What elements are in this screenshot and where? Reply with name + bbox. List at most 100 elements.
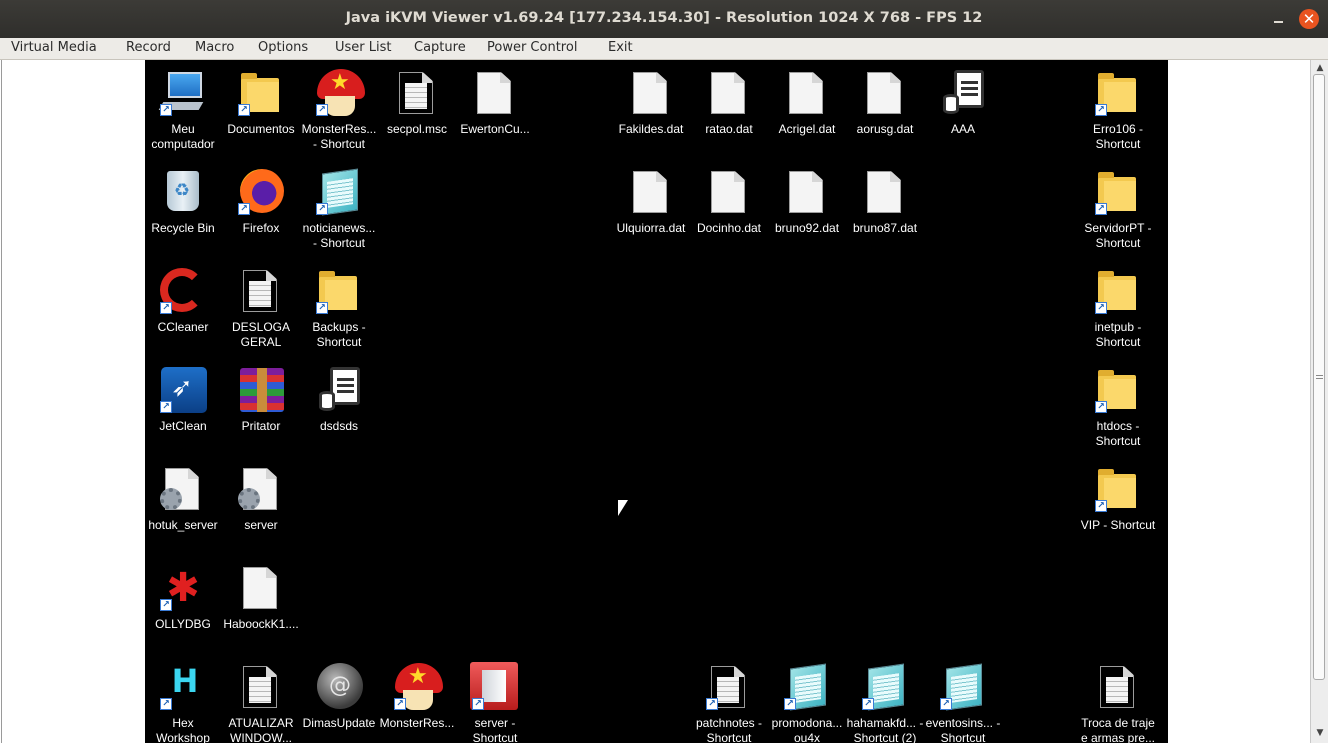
desktop-icon-ewertoncu[interactable]: EwertonCu... xyxy=(456,68,534,137)
desktop-icon-dsdsds[interactable]: dsdsds xyxy=(300,365,378,434)
scroll-down-arrow-icon[interactable]: ▼ xyxy=(1314,727,1326,739)
desktop-icon-server[interactable]: server xyxy=(222,464,300,533)
desktop-icon-jetclean[interactable]: ↗ JetClean xyxy=(145,365,222,434)
desktop-icon-haboock[interactable]: HaboockK1.... xyxy=(222,563,300,632)
minimize-icon[interactable] xyxy=(1268,8,1290,30)
text-file-icon xyxy=(392,68,442,118)
desktop-icon-acrigel[interactable]: Acrigel.dat xyxy=(768,68,846,137)
desktop-icon-ratao[interactable]: ratao.dat xyxy=(690,68,768,137)
text-file-icon xyxy=(236,266,286,316)
desktop-icon-aaa[interactable]: AAA xyxy=(924,68,1002,137)
desktop-icon-bruno87[interactable]: bruno87.dat xyxy=(846,167,924,236)
menu-virtual-media[interactable]: Virtual Media xyxy=(11,40,97,55)
desktop-icon-ollydbg[interactable]: ✱ ↗ OLLYDBG xyxy=(145,563,222,632)
desktop-icon-hahamakfd[interactable]: ↗ hahamakfd... - Shortcut (2) xyxy=(846,662,924,743)
desktop-icon-inetpub[interactable]: ↗ inetpub - Shortcut xyxy=(1079,266,1157,350)
desktop-icon-meu-computador[interactable]: ↗ Meu computador xyxy=(145,68,222,152)
desktop-icon-pritator[interactable]: Pritator xyxy=(222,365,300,434)
desktop-icon-docinho[interactable]: Docinho.dat xyxy=(690,167,768,236)
menu-capture[interactable]: Capture xyxy=(414,40,466,55)
desktop-icon-promodona[interactable]: ↗ promodona... ou4x xyxy=(768,662,846,743)
desktop-icon-eventosins[interactable]: ↗ eventosins... - Shortcut xyxy=(924,662,1002,743)
icon-label: dsdsds xyxy=(319,419,359,433)
menu-options[interactable]: Options xyxy=(258,40,308,55)
firefox-icon: ↗ xyxy=(236,167,286,217)
menu-user-list[interactable]: User List xyxy=(335,40,392,55)
desktop-icon-hotuk-server[interactable]: hotuk_server xyxy=(145,464,222,533)
window-title: Java iKVM Viewer v1.69.24 [177.234.154.3… xyxy=(345,10,983,26)
desktop-icon-backups[interactable]: ↗ Backups - Shortcut xyxy=(300,266,378,350)
server-icon: ↗ xyxy=(470,662,520,712)
desktop-icon-servidorpt[interactable]: ↗ ServidorPT - Shortcut xyxy=(1079,167,1157,251)
shortcut-arrow-icon: ↗ xyxy=(862,698,874,710)
desktop-icon-noticianews[interactable]: ↗ noticianews... - Shortcut xyxy=(300,167,378,251)
recycle-bin-icon xyxy=(158,167,208,217)
desktop-icon-aorusg[interactable]: aorusg.dat xyxy=(846,68,924,137)
icon-label: HaboockK1.... xyxy=(223,617,299,631)
text-file-icon xyxy=(1093,662,1143,712)
menu-bar: Virtual Media Record Macro Options User … xyxy=(0,38,1328,60)
desktop-icon-monsterres[interactable]: ↗ MonsterRes... xyxy=(378,662,456,731)
file-icon xyxy=(860,167,910,217)
menu-power-control[interactable]: Power Control xyxy=(487,40,577,55)
shortcut-arrow-icon: ↗ xyxy=(1095,302,1107,314)
file-icon xyxy=(626,68,676,118)
desktop-icon-hex-workshop[interactable]: H ↗ Hex Workshop xyxy=(145,662,222,743)
icon-label: Docinho.dat xyxy=(696,221,762,235)
desktop-icon-secpol[interactable]: secpol.msc xyxy=(378,68,456,137)
desktop-icon-atualizar[interactable]: ATUALIZAR WINDOW... xyxy=(222,662,300,743)
desktop-icon-ulquiorra[interactable]: Ulquiorra.dat xyxy=(612,167,690,236)
window-titlebar[interactable]: Java iKVM Viewer v1.69.24 [177.234.154.3… xyxy=(0,0,1328,38)
desktop-icon-patchnotes[interactable]: ↗ patchnotes - Shortcut xyxy=(690,662,768,743)
folder-icon: ↗ xyxy=(236,68,286,118)
icon-label: patchnotes - Shortcut xyxy=(695,716,763,743)
icon-label: hotuk_server xyxy=(148,518,218,532)
winrar-icon xyxy=(236,365,286,415)
desktop-icon-firefox[interactable]: ↗ Firefox xyxy=(222,167,300,236)
folder-icon: ↗ xyxy=(1093,266,1143,316)
shortcut-arrow-icon: ↗ xyxy=(316,302,328,314)
text-file-icon: ↗ xyxy=(704,662,754,712)
desktop-icon-documentos[interactable]: ↗ Documentos xyxy=(222,68,300,137)
menu-exit[interactable]: Exit xyxy=(608,40,633,55)
database-document-icon xyxy=(938,68,988,118)
shortcut-arrow-icon: ↗ xyxy=(160,599,172,611)
remote-desktop[interactable]: ↗ Meu computador Recycle Bin ↗ CCleaner … xyxy=(145,60,1168,743)
desktop-icon-bruno92[interactable]: bruno92.dat xyxy=(768,167,846,236)
desktop-icon-desloga[interactable]: DESLOGA GERAL xyxy=(222,266,300,350)
desktop-icon-ccleaner[interactable]: ↗ CCleaner xyxy=(145,266,222,335)
shortcut-arrow-icon: ↗ xyxy=(160,104,172,116)
icon-label: Backups - Shortcut xyxy=(312,320,366,349)
hex-workshop-icon: H ↗ xyxy=(158,662,208,712)
desktop-icon-dimasupdate[interactable]: @ DimasUpdate xyxy=(300,662,378,731)
icon-label: OLLYDBG xyxy=(155,617,211,631)
icon-label: Troca de traje e armas pre... xyxy=(1080,716,1156,743)
config-file-icon xyxy=(158,464,208,514)
file-icon xyxy=(782,167,832,217)
icon-label: VIP - Shortcut xyxy=(1080,518,1156,532)
icon-label: aorusg.dat xyxy=(856,122,914,136)
close-icon[interactable]: ✕ xyxy=(1299,9,1319,29)
icon-label: Acrigel.dat xyxy=(778,122,836,136)
desktop-icon-server-shortcut[interactable]: ↗ server - Shortcut xyxy=(456,662,534,743)
desktop-icon-erro106[interactable]: ↗ Erro106 - Shortcut xyxy=(1079,68,1157,152)
desktop-icon-htdocs[interactable]: ↗ htdocs - Shortcut xyxy=(1079,365,1157,449)
vertical-scrollbar[interactable]: ▲ ▼ xyxy=(1310,60,1328,743)
icon-label: DESLOGA GERAL xyxy=(231,320,291,349)
menu-macro[interactable]: Macro xyxy=(195,40,234,55)
shortcut-arrow-icon: ↗ xyxy=(394,698,406,710)
icon-label: promodona... ou4x xyxy=(771,716,843,743)
desktop-icon-recycle-bin[interactable]: Recycle Bin xyxy=(145,167,222,236)
database-document-icon xyxy=(314,365,364,415)
desktop-icon-monsterres-shortcut[interactable]: ↗ MonsterRes... - Shortcut xyxy=(300,68,378,152)
menu-record[interactable]: Record xyxy=(126,40,171,55)
desktop-icon-fakildes[interactable]: Fakildes.dat xyxy=(612,68,690,137)
icon-label: Pritator xyxy=(241,419,281,433)
shortcut-arrow-icon: ↗ xyxy=(316,104,328,116)
scroll-thumb[interactable] xyxy=(1313,74,1325,680)
desktop-icon-vip[interactable]: ↗ VIP - Shortcut xyxy=(1079,464,1157,533)
shortcut-arrow-icon: ↗ xyxy=(238,203,250,215)
scroll-up-arrow-icon[interactable]: ▲ xyxy=(1314,62,1326,74)
icon-label: DimasUpdate xyxy=(302,716,376,730)
desktop-icon-troca[interactable]: Troca de traje e armas pre... xyxy=(1079,662,1157,743)
